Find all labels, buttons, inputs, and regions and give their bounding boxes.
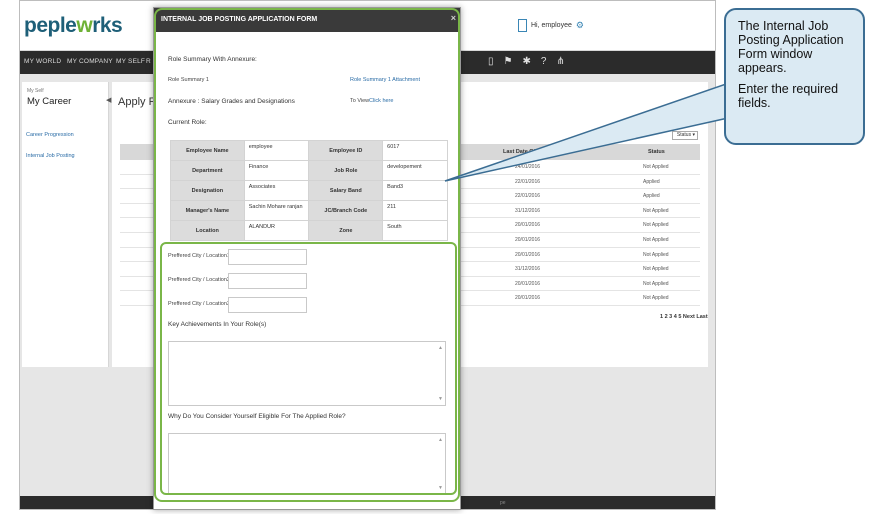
instruction-callout: The Internal Job Posting Application For… bbox=[724, 8, 865, 145]
callout-line-2: Enter the required fields. bbox=[738, 82, 839, 110]
callout-line-1: The Internal Job Posting Application For… bbox=[738, 19, 844, 75]
